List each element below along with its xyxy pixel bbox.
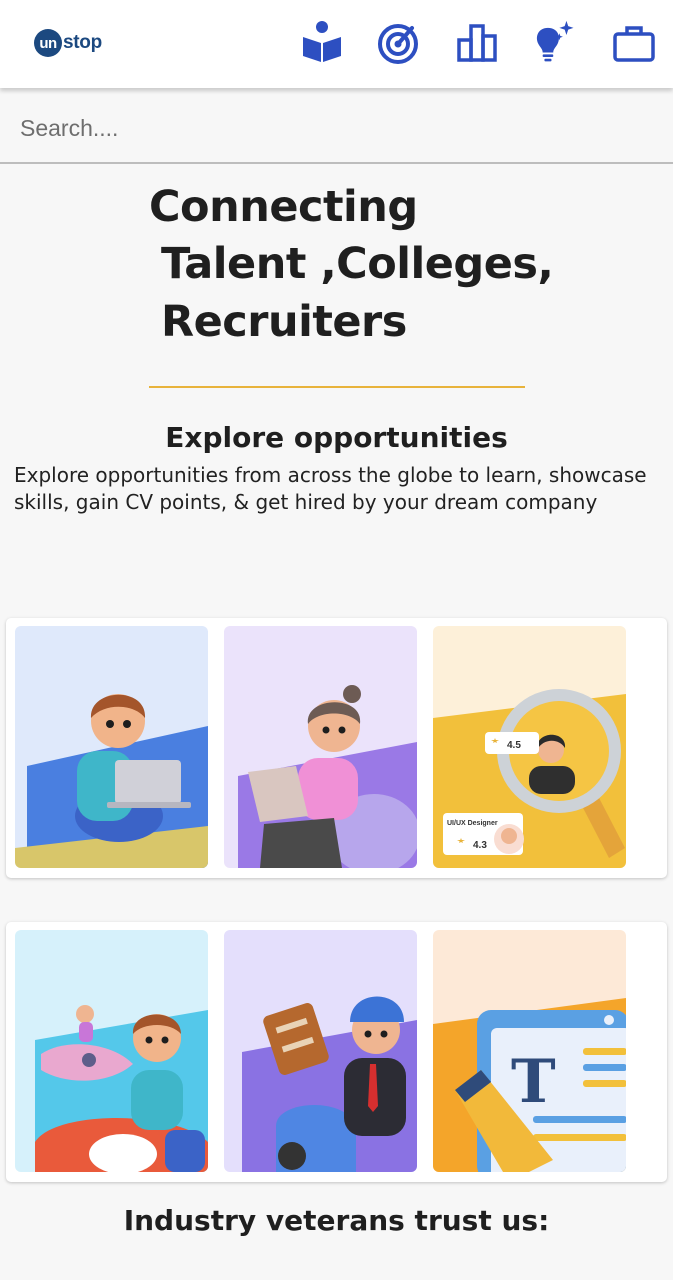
rating-bottom-label: 4.3 — [473, 840, 487, 851]
document-pencil-illustration: T — [433, 998, 626, 1172]
girl-laptop-illustration — [238, 685, 417, 868]
opportunity-card-rocket-kids[interactable] — [15, 930, 208, 1172]
opportunity-carousel-row-2[interactable]: T — [6, 922, 667, 1182]
magnifier-profile-illustration: 4.5 UI/UX Designer 4.3 — [433, 689, 626, 868]
unstop-logo[interactable]: un stop — [34, 28, 102, 58]
rating-top-label: 4.5 — [507, 740, 521, 751]
logo-text: stop — [63, 32, 102, 53]
opportunity-card-boy-laptop[interactable] — [15, 626, 208, 868]
top-navigation-bar: un stop — [0, 0, 673, 88]
jobs-briefcase-icon[interactable] — [612, 18, 656, 66]
opportunity-card-document-pencil[interactable]: T — [433, 930, 626, 1172]
industry-veterans-heading: Industry veterans trust us: — [123, 1204, 550, 1237]
profile-tag-label: UI/UX Designer — [447, 820, 498, 827]
practice-target-icon[interactable] — [376, 18, 420, 66]
search-bar — [0, 90, 673, 164]
opportunity-card-girl-laptop[interactable] — [224, 626, 417, 868]
scooter-courier-illustration — [242, 996, 417, 1172]
explore-description: Explore opportunities from across the gl… — [14, 463, 647, 514]
learn-book-icon[interactable] — [300, 18, 344, 66]
boy-laptop-illustration — [15, 694, 208, 868]
hero-title-line2: Talent ,Colleges, — [161, 239, 554, 289]
mentorship-lightbulb-icon[interactable] — [533, 18, 577, 66]
opportunity-card-magnifier[interactable]: 4.5 UI/UX Designer 4.3 — [433, 626, 626, 868]
hero-title-line1: Connecting — [149, 182, 418, 232]
document-glyph: T — [511, 1047, 556, 1117]
search-input[interactable] — [18, 108, 642, 148]
logo-badge: un — [34, 29, 62, 57]
rocket-kids-illustration — [35, 1005, 208, 1172]
compete-leaderboard-icon[interactable] — [455, 18, 499, 66]
opportunity-card-scooter-courier[interactable] — [224, 930, 417, 1172]
opportunity-carousel-row-1[interactable]: 4.5 UI/UX Designer 4.3 — [6, 618, 667, 878]
hero-title-line3: Recruiters — [161, 297, 407, 347]
hero-divider — [149, 386, 525, 388]
explore-title: Explore opportunities — [165, 421, 508, 454]
